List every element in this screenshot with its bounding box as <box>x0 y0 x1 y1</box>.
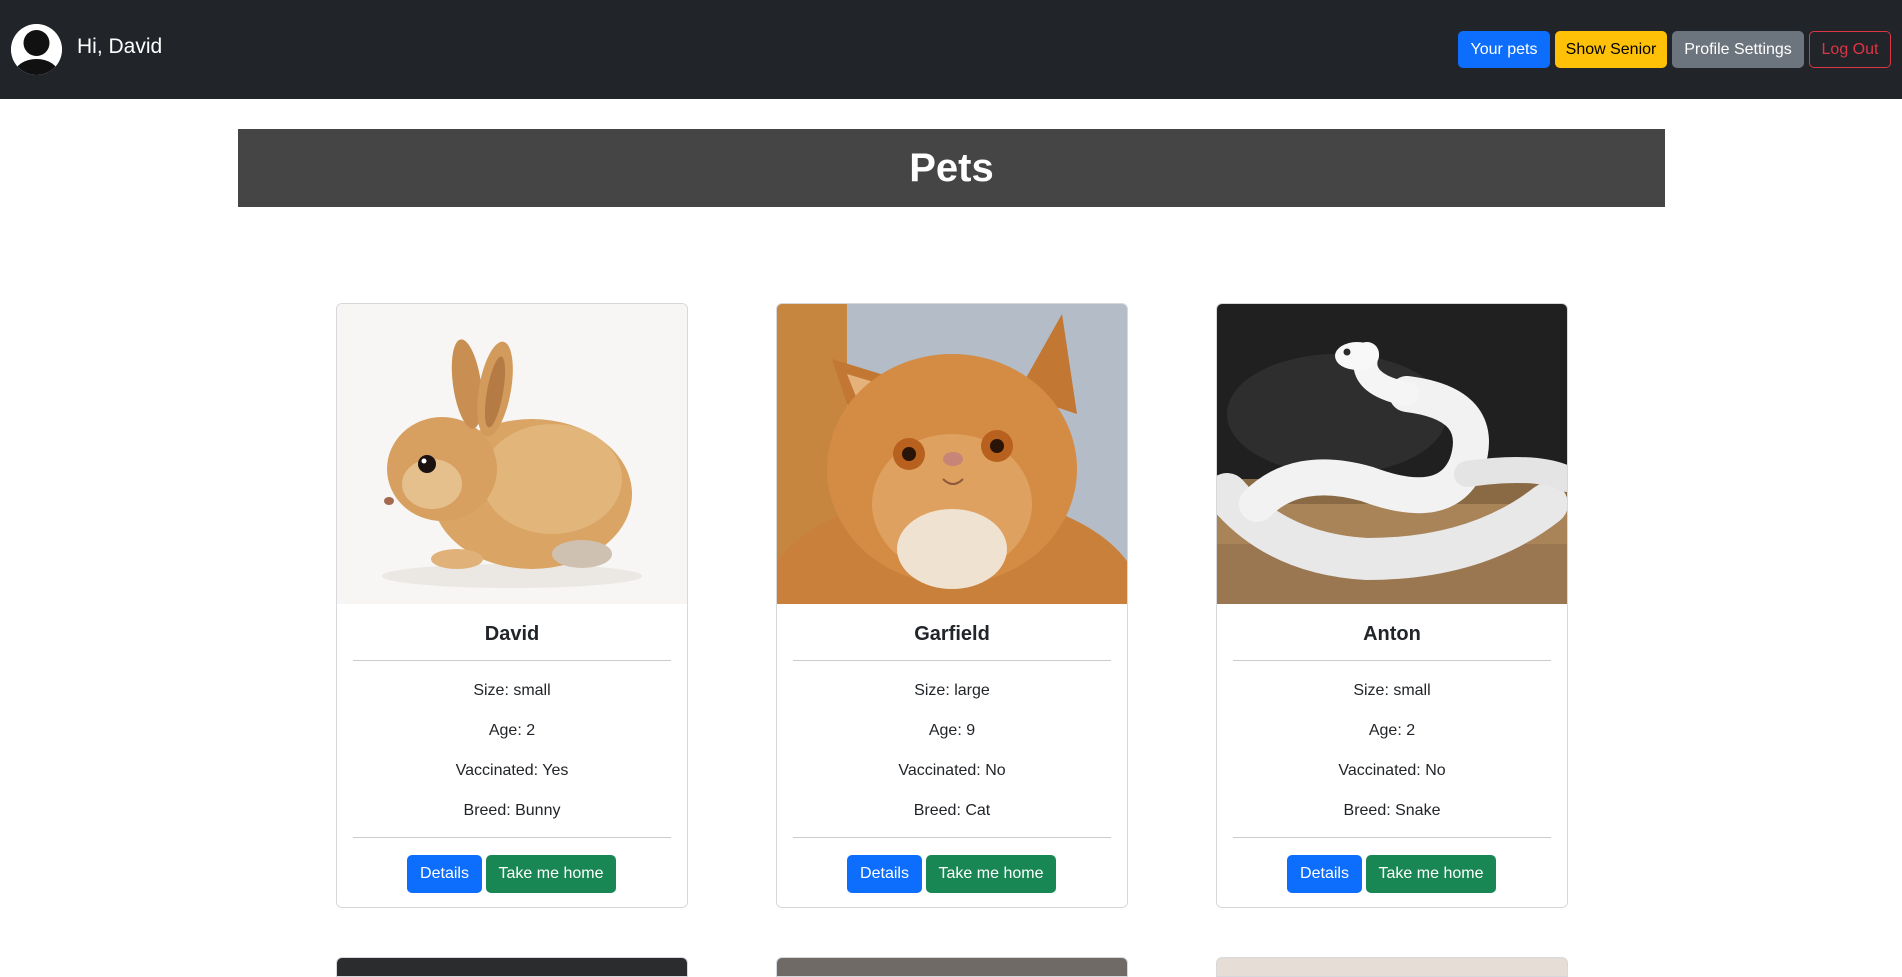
user-avatar-icon <box>11 24 62 75</box>
details-button[interactable]: Details <box>1287 855 1362 893</box>
pet-breed: Breed: Bunny <box>463 802 561 819</box>
pet-photo-bunny <box>337 304 687 604</box>
pet-card: Anton Size: small Age: 2 Vaccinated: No … <box>1216 303 1568 908</box>
page-banner: Pets <box>238 129 1665 207</box>
pet-size: Size: large <box>914 682 990 699</box>
take-me-home-button[interactable]: Take me home <box>486 855 616 893</box>
log-out-button[interactable]: Log Out <box>1809 31 1891 68</box>
take-me-home-button[interactable]: Take me home <box>926 855 1056 893</box>
pet-name: Anton <box>1363 623 1421 645</box>
profile-settings-button[interactable]: Profile Settings <box>1672 31 1804 68</box>
details-button[interactable]: Details <box>847 855 922 893</box>
pet-size: Size: small <box>473 682 551 699</box>
pet-name: Garfield <box>914 623 990 645</box>
details-button[interactable]: Details <box>407 855 482 893</box>
divider <box>1233 660 1551 661</box>
show-senior-button[interactable]: Show Senior <box>1555 31 1667 68</box>
pet-age: Age: 9 <box>928 722 976 739</box>
pet-age: Age: 2 <box>1368 722 1416 739</box>
pet-card-partial <box>1216 957 1568 977</box>
pet-card-partial <box>776 957 1128 977</box>
your-pets-button[interactable]: Your pets <box>1458 31 1550 68</box>
divider <box>1233 837 1551 838</box>
page-title: Pets <box>909 146 994 190</box>
divider <box>353 837 671 838</box>
pet-vaccinated: Vaccinated: Yes <box>455 762 569 779</box>
greeting-text: Hi, David <box>77 35 163 58</box>
divider <box>353 660 671 661</box>
pet-card: David Size: small Age: 2 Vaccinated: Yes… <box>336 303 688 908</box>
divider <box>793 837 1111 838</box>
pet-vaccinated: Vaccinated: No <box>1338 762 1446 779</box>
divider <box>793 660 1111 661</box>
pet-age: Age: 2 <box>488 722 536 739</box>
pet-photo-snake <box>1217 304 1567 604</box>
pet-vaccinated: Vaccinated: No <box>898 762 1006 779</box>
pet-name: David <box>484 623 540 645</box>
top-navbar: Hi, David Your pets Show Senior Profile … <box>0 0 1902 99</box>
pet-card: Garfield Size: large Age: 9 Vaccinated: … <box>776 303 1128 908</box>
take-me-home-button[interactable]: Take me home <box>1366 855 1496 893</box>
pet-breed: Breed: Snake <box>1343 802 1441 819</box>
pet-photo-cat <box>777 304 1127 604</box>
pet-card-partial <box>336 957 688 977</box>
pet-breed: Breed: Cat <box>913 802 991 819</box>
pet-size: Size: small <box>1353 682 1431 699</box>
